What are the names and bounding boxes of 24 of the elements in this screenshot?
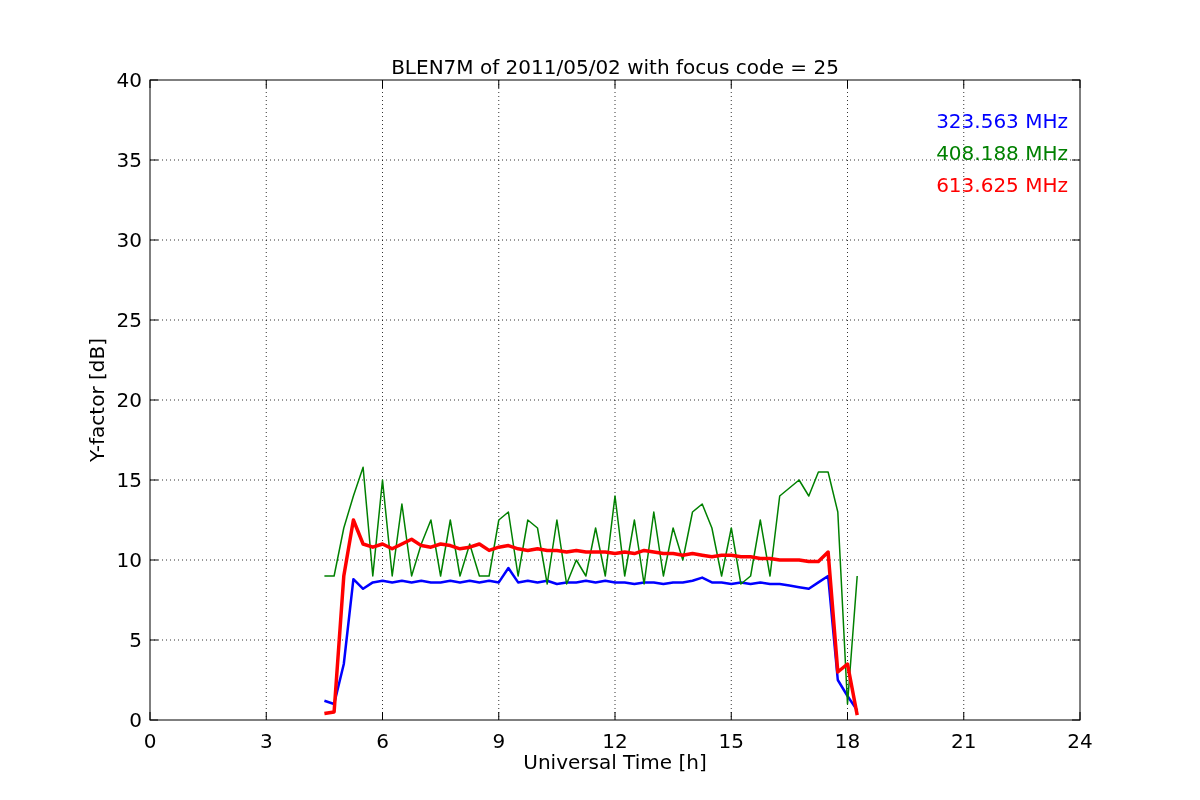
y-tick-label: 5 [129, 628, 142, 652]
y-axis-label: Y-factor [dB] [85, 338, 109, 462]
y-tick-label: 30 [116, 228, 142, 252]
x-tick-label: 6 [376, 729, 389, 753]
chart-title: BLEN7M of 2011/05/02 with focus code = 25 [391, 55, 839, 79]
legend-label: 323.563 MHz [936, 109, 1068, 133]
legend-label: 613.625 MHz [936, 173, 1068, 197]
x-axis-label: Universal Time [h] [523, 750, 707, 774]
x-tick-label: 0 [143, 729, 157, 753]
x-tick-label: 9 [492, 729, 506, 753]
x-tick-label: 18 [834, 729, 861, 753]
x-tick-label: 21 [951, 729, 977, 753]
y-tick-label: 25 [116, 308, 142, 332]
x-tick-label: 12 [602, 729, 628, 753]
y-tick-label: 40 [116, 68, 142, 92]
x-tick-label: 24 [1067, 729, 1093, 753]
x-tick-label: 15 [718, 729, 744, 753]
y-tick-label: 0 [129, 708, 142, 732]
legend-label: 408.188 MHz [936, 141, 1068, 165]
x-tick-label: 3 [259, 729, 273, 753]
y-tick-label: 10 [116, 548, 142, 572]
y-tick-label: 15 [116, 468, 142, 492]
y-tick-label: 20 [116, 388, 142, 412]
y-tick-label: 35 [116, 148, 142, 172]
